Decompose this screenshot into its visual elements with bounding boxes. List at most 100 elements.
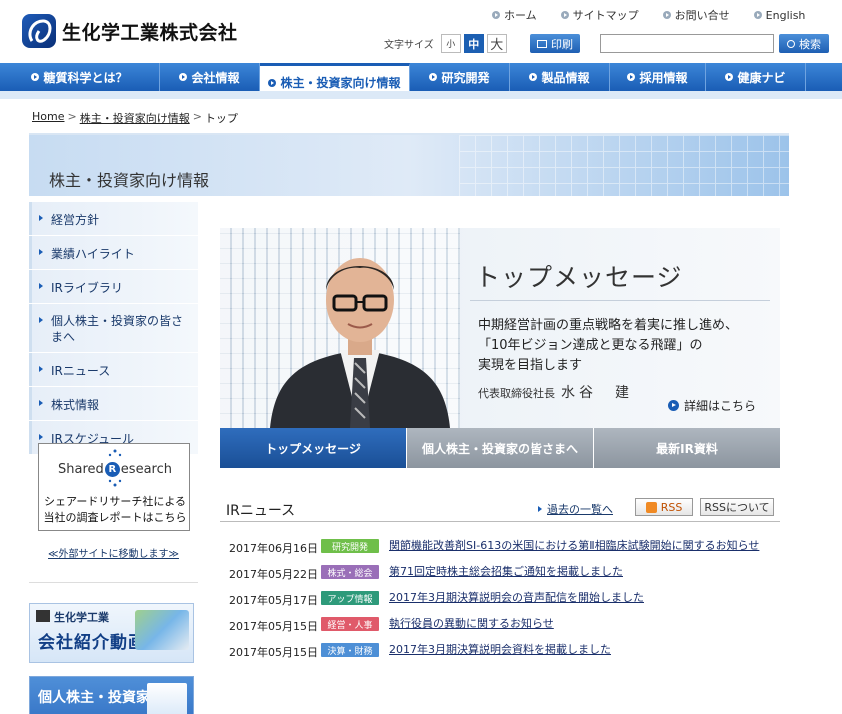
top-message-visual[interactable]: トップメッセージ 中期経営計画の重点戦略を着実に推し進め、 「10年ビジョン達成…	[220, 228, 780, 428]
news-link[interactable]: 2017年3月期決算説明会の音声配信を開始しました	[389, 590, 769, 605]
side-nav: 経営方針 業績ハイライト IRライブラリ 個人株主・投資家の皆さまへ IRニュー…	[29, 202, 198, 455]
gnav-item-products[interactable]: 製品情報	[510, 63, 610, 91]
arrow-circle-icon	[668, 400, 679, 411]
rss-button[interactable]: RSS	[635, 498, 693, 516]
news-date: 2017年06月16日	[229, 542, 318, 555]
president-signature: 代表取締役社長 水谷 建	[478, 385, 633, 401]
news-link[interactable]: 執行役員の異動に関するお知らせ	[389, 616, 769, 631]
shared-research-banner[interactable]: Shared R esearch シェアードリサーチ社による 当社の調査レポート…	[38, 443, 190, 531]
sidenav-item-stock-info[interactable]: 株式情報	[29, 387, 198, 421]
news-row: 2017年05月15日 経営・人事 執行役員の異動に関するお知らせ	[229, 616, 779, 634]
arrow-icon	[268, 78, 277, 87]
ir-news-title: IRニュース	[226, 503, 296, 519]
arrow-icon	[529, 73, 538, 81]
ir-tabs: トップメッセージ 個人株主・投資家の皆さまへ 最新IR資料	[220, 428, 780, 468]
tab-latest-ir[interactable]: 最新IR資料	[593, 428, 780, 468]
news-row: 2017年06月16日 研究開発 関節機能改善剤SI-613の米国における第Ⅱ相…	[229, 538, 779, 556]
news-row: 2017年05月15日 決算・財務 2017年3月期決算説明会資料を掲載しました	[229, 642, 779, 660]
arrow-icon	[492, 11, 500, 19]
breadcrumb-separator: >	[67, 110, 77, 123]
search-button[interactable]: 検索	[779, 34, 829, 53]
arrow-icon	[39, 283, 43, 289]
font-size-medium-button[interactable]: 中	[463, 34, 484, 53]
news-category-badge: 決算・財務	[321, 643, 379, 657]
arrow-icon	[753, 11, 762, 19]
chart-icon	[147, 683, 187, 714]
arrow-icon	[39, 249, 43, 255]
arrow-icon	[179, 73, 188, 81]
gnav-item-glycoscience[interactable]: 糖質科学とは？	[0, 63, 160, 91]
font-size-large-button[interactable]: 大	[486, 34, 507, 53]
news-date: 2017年05月15日	[229, 646, 318, 659]
news-category-badge: 経営・人事	[321, 617, 379, 631]
shared-research-logo: Shared R esearch	[58, 461, 172, 477]
gnav-item-company[interactable]: 会社情報	[160, 63, 260, 91]
tab-individual-investors[interactable]: 個人株主・投資家の皆さまへ	[406, 428, 593, 468]
arrow-icon	[538, 506, 542, 512]
company-video-banner[interactable]: 生化学工業 会社紹介動画	[29, 603, 194, 663]
gnav-underbar	[0, 91, 842, 99]
arrow-icon	[39, 215, 43, 221]
ir-news-header: IRニュース 過去の一覧へ RSS RSSについて	[220, 496, 780, 522]
news-link[interactable]: 2017年3月期決算説明会資料を掲載しました	[389, 642, 769, 657]
page-title-banner: 株主・投資家向け情報	[29, 133, 789, 196]
news-date: 2017年05月17日	[229, 594, 318, 607]
news-date: 2017年05月15日	[229, 620, 318, 633]
news-past-list-link[interactable]: 過去の一覧へ	[538, 501, 613, 517]
breadcrumb-separator: >	[192, 110, 202, 123]
arrow-icon	[560, 11, 569, 19]
clapperboard-icon	[36, 610, 50, 622]
tab-top-message[interactable]: トップメッセージ	[220, 428, 406, 468]
gnav-item-health-navi[interactable]: 健康ナビ	[706, 63, 806, 91]
arrow-icon	[627, 73, 636, 81]
sidenav-item-highlights[interactable]: 業績ハイライト	[29, 236, 198, 270]
news-row: 2017年05月22日 株式・総会 第71回定時株主総会招集ご通知を掲載しました	[229, 564, 779, 582]
search-icon	[787, 39, 795, 48]
sidenav-item-individual-investors[interactable]: 個人株主・投資家の皆さまへ	[29, 304, 198, 353]
divider	[29, 582, 198, 583]
sidenav-item-ir-news[interactable]: IRニュース	[29, 353, 198, 387]
top-message-title: トップメッセージ	[475, 263, 683, 292]
external-site-note[interactable]: ≪外部サイトに移動します≫	[29, 545, 198, 560]
individual-investor-banner[interactable]: 個人株主・投資家	[29, 676, 194, 714]
font-size-small-button[interactable]: 小	[440, 34, 461, 53]
news-row: 2017年05月17日 アップ情報 2017年3月期決算説明会の音声配信を開始し…	[229, 590, 779, 608]
divider	[470, 300, 770, 301]
logo-mark-icon	[22, 14, 56, 48]
page-title: 株主・投資家向け情報	[49, 171, 210, 190]
news-category-badge: アップ情報	[321, 591, 379, 605]
sidenav-item-policy[interactable]: 経営方針	[29, 202, 198, 236]
breadcrumb-home[interactable]: Home	[32, 110, 64, 126]
breadcrumb-current: トップ	[204, 112, 238, 125]
arrow-icon	[662, 11, 671, 19]
shared-research-text: シェアードリサーチ社による 当社の調査レポートはこちら	[43, 495, 187, 524]
utility-links: ホーム サイトマップ お問い合せ English	[492, 7, 829, 23]
news-link[interactable]: 関節機能改善剤SI-613の米国における第Ⅱ相臨床試験開始に関するお知らせ	[389, 538, 769, 553]
news-date: 2017年05月22日	[229, 568, 318, 581]
arrow-icon	[39, 400, 43, 406]
arrow-icon	[39, 317, 43, 323]
arrow-icon	[39, 366, 43, 372]
rss-about-button[interactable]: RSSについて	[700, 498, 774, 516]
sidenav-item-ir-library[interactable]: IRライブラリ	[29, 270, 198, 304]
company-logo[interactable]: 生化学工業株式会社	[22, 14, 238, 48]
util-link-contact[interactable]: お問い合せ	[662, 7, 730, 23]
top-message-more-link[interactable]: 詳細はこちら	[668, 397, 756, 414]
gnav-item-recruit[interactable]: 採用情報	[610, 63, 706, 91]
news-link[interactable]: 第71回定時株主総会招集ご通知を掲載しました	[389, 564, 769, 579]
breadcrumb: Home > 株主・投資家向け情報 > トップ	[32, 110, 238, 126]
video-thumbnails	[135, 610, 189, 650]
arrow-icon	[31, 73, 40, 81]
font-size-control: 文字サイズ 小 中 大	[384, 34, 507, 53]
news-category-badge: 研究開発	[321, 539, 379, 553]
breadcrumb-parent[interactable]: 株主・投資家向け情報	[80, 110, 190, 126]
print-button[interactable]: 印刷	[530, 34, 580, 53]
company-name: 生化学工業株式会社	[62, 21, 238, 44]
util-link-sitemap[interactable]: サイトマップ	[560, 7, 639, 23]
gnav-item-research[interactable]: 研究開発	[410, 63, 510, 91]
search-input[interactable]	[600, 34, 774, 53]
printer-icon	[537, 39, 547, 48]
banner-decoration	[459, 135, 789, 196]
util-link-home[interactable]: ホーム	[492, 7, 537, 23]
util-link-english[interactable]: English	[753, 7, 805, 23]
